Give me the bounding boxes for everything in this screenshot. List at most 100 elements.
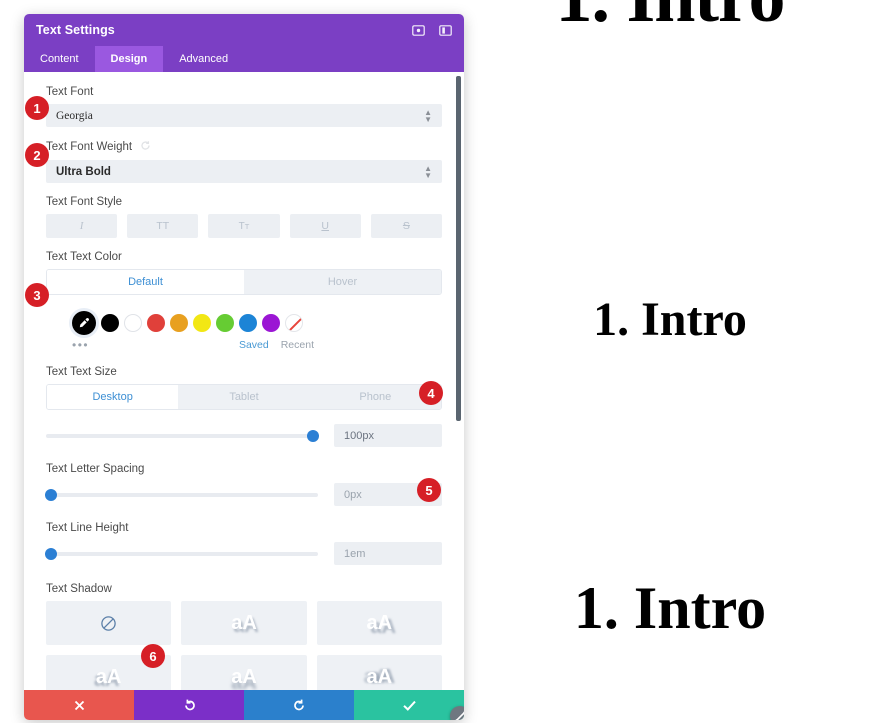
line-height-value-input[interactable]: 1em	[334, 542, 442, 565]
label-text-text-size: Text Text Size	[46, 366, 117, 378]
text-size-slider-track[interactable]	[46, 429, 320, 442]
field-text-text-color: Text Text Color Default Hover ••• Saved …	[46, 251, 442, 352]
close-icon	[74, 700, 84, 710]
text-font-value: Georgia	[56, 109, 93, 122]
color-meta-row: ••• Saved Recent	[46, 338, 442, 352]
field-text-text-size: Text Text Size Desktop Tablet Phone 100p…	[46, 366, 442, 447]
font-style-buttons: I TT TT U S	[46, 214, 443, 238]
swatch-white[interactable]	[124, 314, 142, 332]
redo-button[interactable]	[244, 690, 354, 720]
device-segmented: Desktop Tablet Phone	[46, 384, 442, 410]
label-text-line-height: Text Line Height	[46, 522, 129, 534]
modal-header-actions	[412, 24, 452, 37]
screenshot-root: 1. Intro 1. Intro 1. Intro Text Settings	[0, 0, 880, 723]
label-text-shadow: Text Shadow	[46, 583, 112, 595]
modal-header: Text Settings	[24, 14, 464, 46]
eyedropper-swatch[interactable]	[72, 311, 96, 335]
field-text-shadow: Text Shadow aA aA aA aA aA	[46, 583, 442, 690]
preview-heading-1: 1. Intro	[460, 0, 880, 34]
swatch-transparent[interactable]	[285, 314, 303, 332]
line-height-slider-thumb[interactable]	[45, 547, 57, 560]
resize-handle[interactable]	[450, 706, 464, 720]
check-icon	[402, 700, 416, 711]
annotation-badge-1: 1	[25, 96, 49, 120]
color-state-hover[interactable]: Hover	[244, 270, 441, 294]
preview-heading-3: 1. Intro	[573, 575, 767, 641]
underline-button[interactable]: U	[289, 214, 361, 238]
more-colors-button[interactable]: •••	[72, 338, 89, 352]
field-text-font: Text Font Georgia ▲ ▼	[46, 86, 442, 127]
color-swatch-row	[46, 311, 442, 335]
line-height-slider-row: 1em	[45, 542, 442, 565]
swatch-yellow[interactable]	[193, 314, 211, 332]
chevron-updown-icon: ▲ ▼	[424, 107, 432, 124]
letter-spacing-slider-thumb[interactable]	[45, 488, 57, 501]
label-text-font-weight: Text Font Weight	[46, 140, 442, 154]
text-font-weight-select[interactable]: Ultra Bold ▲ ▼	[46, 160, 442, 183]
text-shadow-presets: aA aA aA aA aA	[46, 601, 442, 690]
label-text-letter-spacing: Text Letter Spacing	[46, 463, 145, 475]
color-state-default[interactable]: Default	[47, 270, 244, 294]
field-text-font-weight: Text Font Weight Ultra Bold ▲ ▼	[46, 140, 442, 183]
swatch-red[interactable]	[147, 314, 165, 332]
italic-button[interactable]: I	[46, 214, 118, 238]
modal-action-bar	[24, 690, 464, 720]
chevron-updown-icon: ▲ ▼	[424, 163, 432, 180]
modal-body: Text Font Georgia ▲ ▼ Text Font Weight U…	[24, 72, 464, 690]
label-text-font: Text Font	[46, 86, 94, 98]
undo-icon	[184, 699, 195, 710]
uppercase-button[interactable]: TT	[127, 214, 199, 238]
modal-tabs: Content Design Advanced	[24, 46, 464, 72]
no-shadow-icon	[101, 615, 116, 631]
text-settings-modal: Text Settings Content Design Advanced Te…	[24, 14, 464, 720]
line-height-slider-track[interactable]	[45, 547, 318, 560]
shadow-preset-outline[interactable]: aA	[316, 655, 442, 690]
saved-colors-link[interactable]: Saved	[239, 339, 269, 351]
shadow-preset-soft-right[interactable]: aA	[181, 601, 307, 645]
shadow-preset-none[interactable]	[46, 601, 172, 645]
device-desktop[interactable]: Desktop	[47, 385, 179, 409]
layout-toggle-icon[interactable]	[439, 24, 452, 37]
cancel-button[interactable]	[24, 690, 134, 720]
tab-advanced[interactable]: Advanced	[163, 46, 244, 72]
expand-icon[interactable]	[412, 24, 425, 37]
preview-heading-2: 1. Intro	[593, 293, 747, 346]
text-size-slider-row: 100px	[46, 424, 442, 447]
swatch-black[interactable]	[101, 314, 119, 332]
text-font-select[interactable]: Georgia ▲ ▼	[46, 104, 442, 127]
annotation-badge-4: 4	[419, 381, 443, 405]
label-text-text-color: Text Text Color	[46, 251, 122, 263]
scrollbar-thumb[interactable]	[456, 76, 461, 421]
recent-colors-link[interactable]: Recent	[281, 339, 314, 351]
undo-button[interactable]	[134, 690, 244, 720]
text-font-weight-value: Ultra Bold	[56, 165, 111, 178]
annotation-badge-2: 2	[25, 143, 49, 167]
reset-icon[interactable]	[140, 140, 151, 154]
letter-spacing-slider-row: 0px	[45, 483, 442, 506]
modal-title: Text Settings	[36, 23, 115, 37]
annotation-badge-3: 3	[25, 283, 49, 307]
tab-content[interactable]: Content	[24, 46, 95, 72]
annotation-badge-5: 5	[417, 478, 441, 502]
swatch-purple[interactable]	[262, 314, 280, 332]
device-tablet[interactable]: Tablet	[178, 385, 310, 409]
resize-icon	[455, 711, 464, 720]
shadow-preset-hard-right[interactable]: aA	[316, 601, 442, 645]
redo-icon	[293, 699, 304, 710]
tab-design[interactable]: Design	[94, 46, 164, 72]
field-text-line-height: Text Line Height 1em	[45, 522, 442, 565]
swatch-green[interactable]	[216, 314, 234, 332]
page-preview-area: 1. Intro 1. Intro 1. Intro	[460, 0, 880, 723]
shadow-preset-bottom[interactable]: aA	[181, 655, 307, 690]
field-text-letter-spacing: Text Letter Spacing 0px	[45, 463, 442, 506]
small-caps-button[interactable]: TT	[208, 214, 280, 238]
strikethrough-button[interactable]: S	[370, 214, 443, 238]
text-size-value-input[interactable]: 100px	[334, 424, 442, 447]
letter-spacing-slider-track[interactable]	[45, 488, 318, 501]
swatch-blue[interactable]	[239, 314, 257, 332]
text-size-slider-thumb[interactable]	[307, 429, 320, 442]
save-button[interactable]	[354, 690, 464, 720]
swatch-orange[interactable]	[170, 314, 188, 332]
annotation-badge-6: 6	[141, 644, 165, 668]
label-text-font-style: Text Font Style	[46, 196, 123, 208]
